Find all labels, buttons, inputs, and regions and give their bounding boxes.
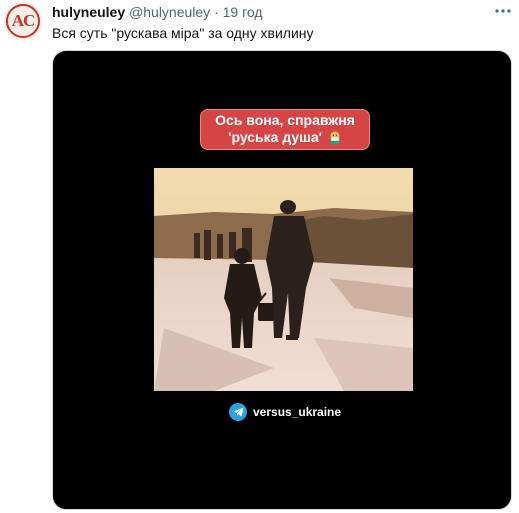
caption-line-1: Ось вона, справжня [215, 112, 355, 128]
video-caption: Ось вона, справжня 'руська душа' [200, 109, 370, 150]
tweet-header: hulyneuley @hulyneuley · 19 год [52, 3, 263, 21]
face-with-mask-icon [328, 131, 342, 144]
watermark: versus_ukraine [229, 402, 341, 422]
caption-line-2: 'руська душа' [201, 129, 369, 146]
display-name[interactable]: hulyneuley [52, 4, 125, 20]
tweet-media-video[interactable]: Ось вона, справжня 'руська душа' versus_… [52, 50, 512, 510]
user-handle[interactable]: @hulyneuley [129, 4, 210, 20]
telegram-icon [229, 403, 247, 421]
avatar-logo-text: AC [11, 11, 36, 30]
caption-line-2-text: 'руська душа' [228, 129, 322, 145]
header-separator: · [214, 4, 219, 20]
video-frame[interactable] [154, 168, 413, 391]
video-still-image [154, 168, 413, 391]
watermark-text: versus_ukraine [253, 405, 342, 419]
tweet-timestamp[interactable]: 19 год [223, 4, 263, 20]
more-horizontal-icon[interactable] [495, 4, 511, 14]
avatar[interactable]: AC [4, 2, 42, 40]
tweet-text: Вся суть "рускава міра" за одну хвилину [52, 25, 314, 41]
